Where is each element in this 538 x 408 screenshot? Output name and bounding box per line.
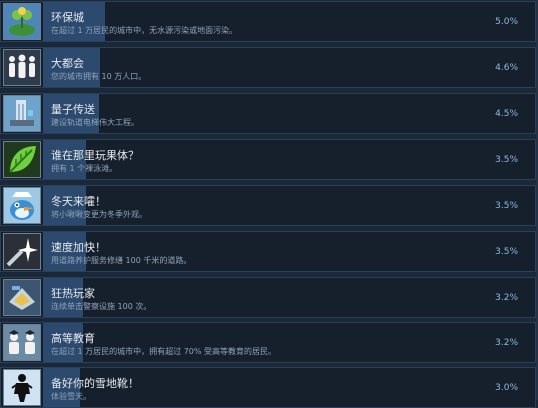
achievement-description: 将小啾啾变更为冬季外观。 [51,210,147,219]
speed-flash-icon [3,233,41,270]
unlock-percentage: 5.0% [495,17,518,27]
achievement-row[interactable]: 冬天来嚯！ 将小啾啾变更为冬季外观。 3.5% [0,185,536,226]
achievement-row[interactable]: 大都会 您的城市拥有 10 万人口。 4.6% [0,47,536,88]
achievement-row[interactable]: 速度加快！ 用道路养护服务修缮 100 千米的道路。 3.5% [0,231,536,272]
achievement-row[interactable]: 谁在那里玩果体？ 拥有 1 个裸泳滩。 3.5% [0,139,536,180]
achievement-row[interactable]: 量子传送 建设轨道电梯伟大工程。 4.5% [0,93,536,134]
achievement-description: 体验雪天。 [51,392,91,401]
achievement-title: 备好你的雪地靴！ [51,377,139,390]
achievement-row[interactable]: 高等教育 在超过 1 万居民的城市中，拥有超过 70% 受高等教育的居民。 3.… [0,322,536,363]
police-badge-icon [3,279,41,316]
achievement-row[interactable]: 备好你的雪地靴！ 体验雪天。 3.0% [0,367,536,408]
achievement-row[interactable]: 狂热玩家 连续单击警察设施 100 次。 3.2% [0,277,536,318]
achievement-description: 在超过 1 万居民的城市中，无水源污染或地面污染。 [51,26,238,35]
unlock-percentage: 3.0% [495,383,518,393]
achievement-title: 谁在那里玩果体？ [51,149,139,162]
achievement-description: 建设轨道电梯伟大工程。 [51,118,139,127]
achievement-description: 在超过 1 万居民的城市中，拥有超过 70% 受高等教育的居民。 [51,347,277,356]
achievement-description: 您的城市拥有 10 万人口。 [51,72,147,81]
snow-boots-icon [3,369,41,406]
crowd-icon [3,49,41,86]
unlock-percentage: 3.2% [495,293,518,303]
achievement-list: 环保城 在超过 1 万居民的城市中，无水源污染或地面污染。 5.0% 大都会 您… [0,0,538,408]
unlock-percentage: 3.5% [495,155,518,165]
achievement-title: 狂热玩家 [51,287,95,300]
achievement-title: 高等教育 [51,332,95,345]
achievement-title: 大都会 [51,57,84,70]
tower-icon [3,95,41,132]
achievement-description: 连续单击警察设施 100 次。 [51,302,152,311]
achievement-description: 用道路养护服务修缮 100 千米的道路。 [51,256,192,265]
achievement-title: 冬天来嚯！ [51,195,106,208]
achievement-title: 速度加快！ [51,241,106,254]
achievement-description: 拥有 1 个裸泳滩。 [51,164,118,173]
globe-plant-icon [3,3,41,40]
achievement-row[interactable]: 环保城 在超过 1 万居民的城市中，无水源污染或地面污染。 5.0% [0,1,536,42]
unlock-percentage: 3.5% [495,201,518,211]
achievement-title: 量子传送 [51,103,95,116]
achievement-title: 环保城 [51,11,84,24]
unlock-percentage: 4.6% [495,63,518,73]
unlock-percentage: 4.5% [495,109,518,119]
students-icon [3,324,41,361]
unlock-percentage: 3.2% [495,338,518,348]
leaf-icon [3,141,41,178]
snow-bird-icon [3,187,41,224]
unlock-percentage: 3.5% [495,247,518,257]
